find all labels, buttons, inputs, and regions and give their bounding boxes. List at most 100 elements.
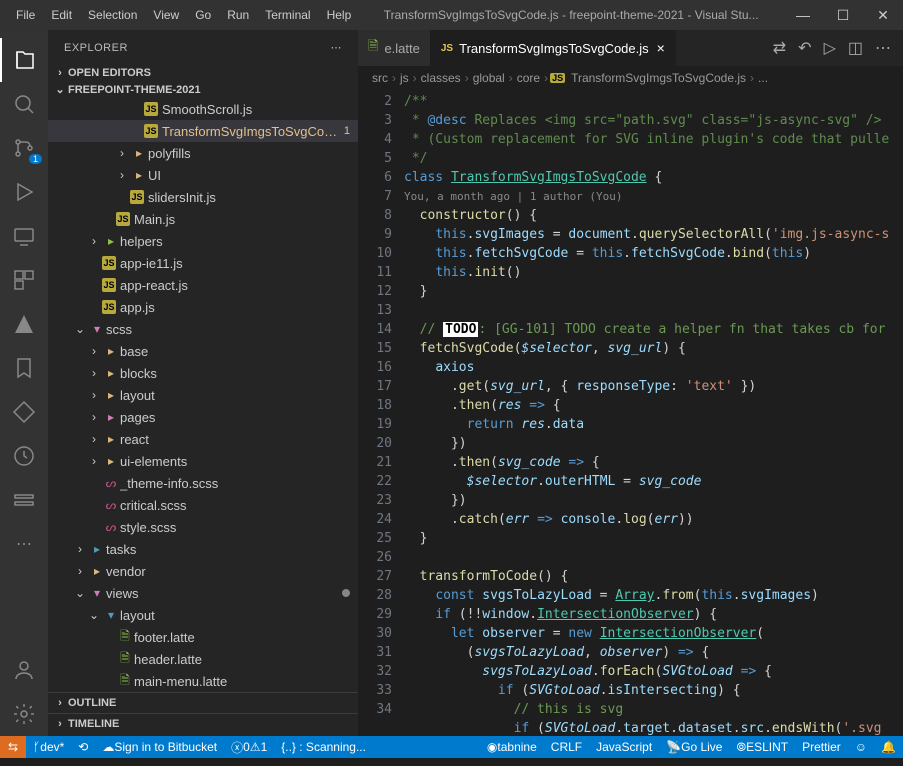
tree-label: Main.js — [134, 212, 350, 227]
settings-icon[interactable] — [0, 692, 48, 736]
close-button[interactable]: ✕ — [863, 7, 903, 24]
bell-icon[interactable]: 🔔 — [874, 736, 903, 758]
menu-terminal[interactable]: Terminal — [257, 8, 318, 22]
ellipsis-icon[interactable]: ⋯ — [0, 522, 48, 566]
maximize-button[interactable]: ☐ — [823, 7, 863, 24]
breadcrumb-seg[interactable]: classes — [419, 71, 463, 85]
tree-item[interactable]: ᔕcritical.scss — [48, 494, 358, 516]
run-icon[interactable] — [0, 170, 48, 214]
open-editors-section[interactable]: ›OPEN EDITORS — [48, 65, 358, 81]
bitbucket-signin[interactable]: ☁ Sign in to Bitbucket — [95, 736, 224, 758]
revert-icon[interactable]: ↶ — [792, 38, 817, 58]
tree-item[interactable]: ›▸react — [48, 428, 358, 450]
git-icon[interactable] — [0, 390, 48, 434]
tree-item[interactable]: ›▸layout — [48, 384, 358, 406]
tree-item[interactable]: ᔕ_theme-info.scss — [48, 472, 358, 494]
tabnine-status[interactable]: ◉ tabnine — [480, 736, 544, 758]
search-icon[interactable] — [0, 82, 48, 126]
breadcrumb-seg[interactable]: src — [370, 71, 390, 85]
tree-item[interactable]: ›▸base — [48, 340, 358, 362]
tree-item[interactable]: JSapp-react.js — [48, 274, 358, 296]
file-icon: JS — [130, 190, 144, 204]
tree-item[interactable]: ›▸UI — [48, 164, 358, 186]
workspace-section[interactable]: ⌄FREEPOINT-THEME-2021 — [48, 81, 358, 98]
menu-run[interactable]: Run — [219, 8, 257, 22]
bookmark-icon[interactable] — [0, 346, 48, 390]
eol-status[interactable]: CRLF — [544, 736, 589, 758]
tree-item[interactable]: ⌄▾scss — [48, 318, 358, 340]
window-controls: — ☐ ✕ — [783, 7, 903, 24]
tree-item[interactable]: 🗎header.latte — [48, 648, 358, 670]
azure-icon[interactable] — [0, 302, 48, 346]
tree-label: style.scss — [120, 520, 350, 535]
split-icon[interactable]: ◫ — [842, 38, 869, 58]
scm-icon[interactable]: 1 — [0, 126, 48, 170]
scanning-status[interactable]: {..} : Scanning... — [274, 736, 373, 758]
code-lens[interactable]: You, a month ago | 1 author (You) — [404, 187, 903, 206]
tree-item[interactable]: ⌄▾layout — [48, 604, 358, 626]
language-status[interactable]: JavaScript — [589, 736, 659, 758]
tree-item[interactable]: ›▸tasks — [48, 538, 358, 560]
tree-label: base — [120, 344, 350, 359]
tree-item[interactable]: JSMain.js — [48, 208, 358, 230]
tree-item[interactable]: ⌄▾views — [48, 582, 358, 604]
more-icon[interactable] — [0, 478, 48, 522]
tree-item[interactable]: JSapp-ie11.js — [48, 252, 358, 274]
tree-item[interactable]: ᔕstyle.scss — [48, 516, 358, 538]
feedback-icon[interactable]: ☺ — [848, 736, 874, 758]
tab-inactive[interactable]: 🗎 e.latte — [358, 30, 431, 66]
explorer-icon[interactable] — [0, 38, 48, 82]
remote-icon[interactable] — [0, 214, 48, 258]
more-icon[interactable]: ⋯ — [869, 38, 897, 58]
tree-item[interactable]: 🗎footer.latte — [48, 626, 358, 648]
outline-section[interactable]: ›OUTLINE — [48, 692, 358, 713]
tab-bar: 🗎 e.latte JS TransformSvgImgsToSvgCode.j… — [358, 30, 903, 66]
sidebar-more-icon[interactable]: ⋯ — [331, 41, 343, 54]
breadcrumb-seg[interactable]: js — [398, 71, 411, 85]
tree-item[interactable]: ›▸ui-elements — [48, 450, 358, 472]
breadcrumb-seg[interactable]: global — [471, 71, 507, 85]
file-icon: JS — [102, 278, 116, 292]
git-sync[interactable]: ⟲ — [71, 736, 95, 758]
compare-icon[interactable]: ⇄ — [767, 38, 792, 58]
menu-file[interactable]: File — [8, 8, 43, 22]
prettier-status[interactable]: Prettier — [795, 736, 848, 758]
tree-item[interactable]: ›▸helpers — [48, 230, 358, 252]
code-editor[interactable]: 2345678910111213141516171819202122232425… — [358, 90, 903, 736]
tree-item[interactable]: 🗎main-menu.latte — [48, 670, 358, 692]
timeline-section[interactable]: ›TIMELINE — [48, 713, 358, 734]
file-icon: 🗎 — [116, 671, 134, 692]
tab-active[interactable]: JS TransformSvgImgsToSvgCode.js × — [431, 30, 676, 66]
menu-go[interactable]: Go — [187, 8, 219, 22]
breadcrumb-seg[interactable]: core — [515, 71, 542, 85]
menu-edit[interactable]: Edit — [43, 8, 80, 22]
remote-indicator[interactable]: ⇆ — [0, 736, 26, 758]
breadcrumb-seg[interactable]: ... — [756, 71, 770, 85]
minimize-button[interactable]: — — [783, 7, 823, 24]
tree-item[interactable]: ›▸polyfills — [48, 142, 358, 164]
menu-view[interactable]: View — [145, 8, 187, 22]
problems[interactable]: ⓧ 0 ⚠ 1 — [224, 736, 274, 758]
tree-item[interactable]: ›▸pages — [48, 406, 358, 428]
tree-item[interactable]: JSTransformSvgImgsToSvgCode.js1 — [48, 120, 358, 142]
tree-item[interactable]: JSslidersInit.js — [48, 186, 358, 208]
account-icon[interactable] — [0, 648, 48, 692]
git-branch[interactable]: ᚶ dev* — [26, 736, 71, 758]
breadcrumbs[interactable]: src›js›classes›global›core›JSTransformSv… — [358, 66, 903, 90]
sync-icon[interactable] — [0, 434, 48, 478]
file-icon: ᔕ — [102, 520, 120, 534]
menu-help[interactable]: Help — [319, 8, 360, 22]
tree-item[interactable]: JSapp.js — [48, 296, 358, 318]
run-icon[interactable]: ▷ — [818, 38, 842, 58]
tree-item[interactable]: ›▸blocks — [48, 362, 358, 384]
eslint-status[interactable]: ⦾ ESLINT — [729, 736, 795, 758]
tree-item[interactable]: ›▸vendor — [48, 560, 358, 582]
tree-item[interactable]: JSSmoothScroll.js — [48, 98, 358, 120]
tree-label: TransformSvgImgsToSvgCode.js — [162, 124, 340, 139]
code-lines[interactable]: /** * @desc Replaces <img src="path.svg"… — [404, 90, 903, 736]
golive-status[interactable]: 📡 Go Live — [659, 736, 729, 758]
menu-selection[interactable]: Selection — [80, 8, 145, 22]
extensions-icon[interactable] — [0, 258, 48, 302]
close-icon[interactable]: × — [657, 40, 665, 56]
breadcrumb-seg[interactable]: TransformSvgImgsToSvgCode.js — [569, 71, 748, 85]
